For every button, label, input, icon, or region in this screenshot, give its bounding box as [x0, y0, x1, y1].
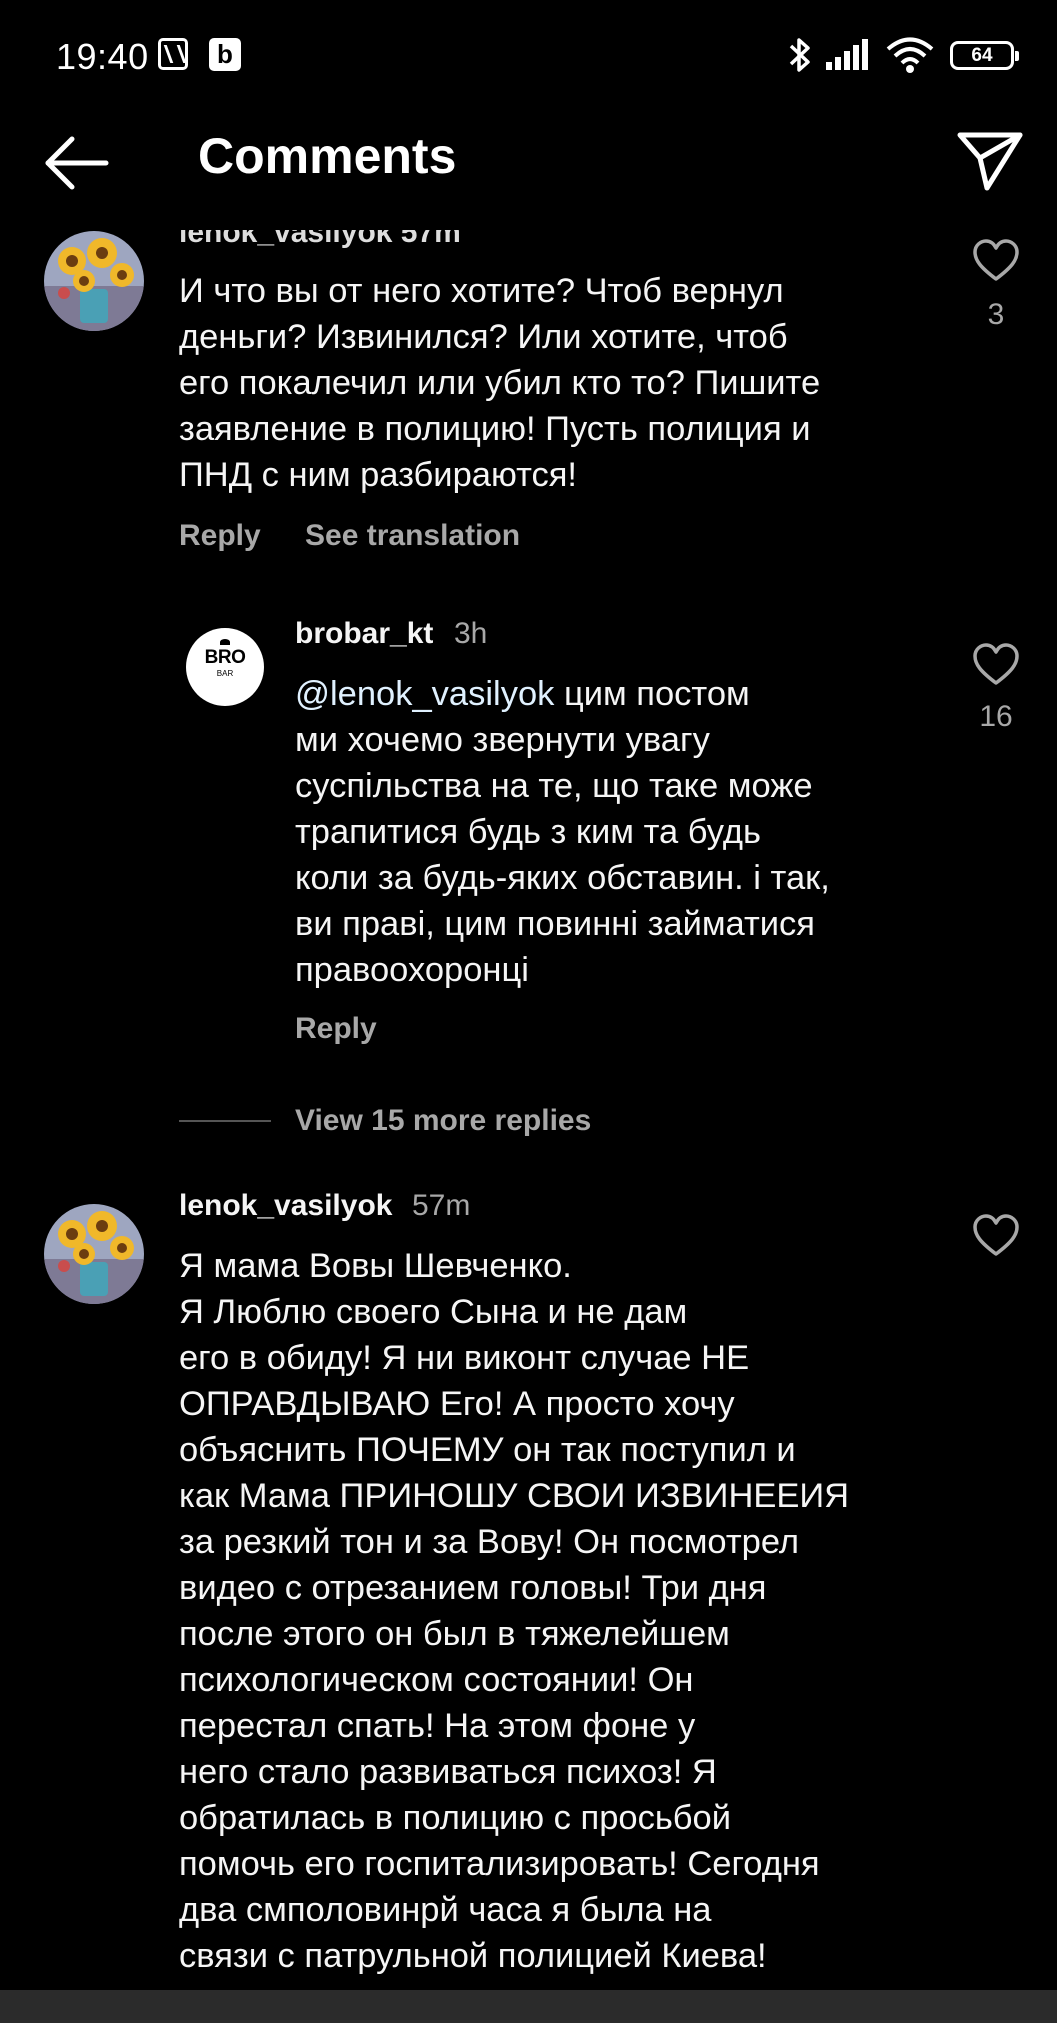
like-button[interactable]	[972, 643, 1020, 687]
send-icon	[957, 132, 1023, 191]
avatar-logo-subtext: BAR	[216, 669, 234, 678]
avatar[interactable]	[44, 1204, 144, 1304]
back-button[interactable]	[40, 130, 120, 200]
comment-time: 57m	[412, 1189, 471, 1222]
comment-username[interactable]: lenok_vasilyok	[179, 1189, 392, 1223]
battery-icon: 64	[950, 41, 1019, 70]
avatar-logo-text: BRO	[204, 647, 246, 668]
crown-icon	[220, 639, 230, 645]
heart-icon	[973, 1214, 1019, 1256]
comment-text-start: цим постом	[554, 675, 750, 713]
page-title: Comments	[198, 128, 457, 184]
comment-time: 3h	[454, 617, 488, 650]
heart-icon	[973, 643, 1019, 685]
like-count: 16	[979, 700, 1013, 733]
bottom-bar	[0, 1990, 1057, 2023]
comment-username[interactable]: lenok_vasilyok 57m	[179, 230, 461, 250]
share-button[interactable]	[955, 128, 1025, 194]
bluetooth-icon	[789, 38, 810, 72]
comment-first-line: @lenok_vasilyok цим постом	[295, 671, 750, 717]
comment-text: Я мама Вовы Шевченко. Я Люблю своего Сын…	[179, 1247, 850, 1975]
nfc-icon	[158, 38, 188, 70]
replies-divider	[179, 1120, 271, 1122]
like-button[interactable]	[972, 1214, 1020, 1258]
arrow-left-icon	[45, 136, 109, 190]
status-bar: 19:40 b 64	[0, 0, 1057, 110]
wifi-icon	[886, 37, 934, 73]
like-count: 3	[987, 298, 1005, 331]
reply-button[interactable]: Reply	[295, 1012, 377, 1046]
like-button[interactable]	[972, 239, 1020, 283]
comment-text: И что вы от него хотите? Чтоб вернул ден…	[179, 272, 821, 494]
heart-icon	[973, 239, 1019, 281]
signal-icon	[826, 39, 868, 70]
avatar[interactable]	[44, 231, 144, 331]
see-translation-button[interactable]: See translation	[305, 519, 520, 553]
view-more-replies-button[interactable]: View 15 more replies	[295, 1104, 591, 1138]
comment-text: ми хочемо звернути увагу суспільства на …	[295, 721, 830, 989]
reply-button[interactable]: Reply	[179, 519, 261, 553]
comment-username[interactable]: brobar_kt	[295, 617, 433, 651]
status-time: 19:40	[56, 36, 149, 77]
b-app-icon: b	[209, 38, 241, 71]
avatar[interactable]: BRO BAR	[186, 628, 264, 706]
mention-link[interactable]: @lenok_vasilyok	[295, 675, 554, 713]
